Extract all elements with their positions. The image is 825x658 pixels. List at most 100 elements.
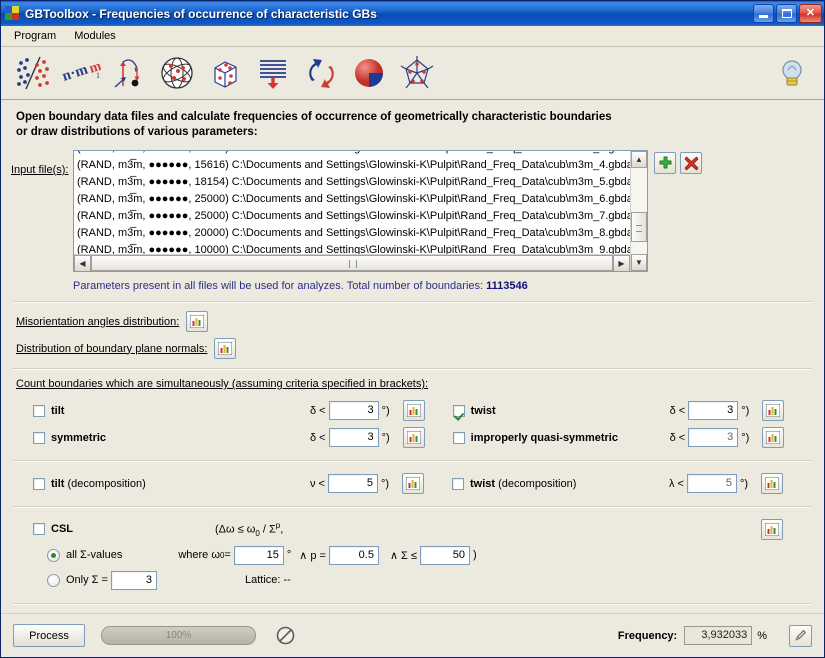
condition-tilt-symbol: δ bbox=[310, 404, 317, 417]
radio-only-sigma[interactable] bbox=[47, 573, 60, 587]
chart-button-tilt[interactable] bbox=[402, 400, 425, 421]
plane-normals-distribution-label: Distribution of boundary plane normals: bbox=[16, 342, 208, 355]
menu-item-modules[interactable]: Modules bbox=[65, 28, 125, 44]
scroll-left-button[interactable]: ◀ bbox=[74, 255, 91, 271]
add-files-button[interactable] bbox=[654, 152, 676, 174]
window-controls: ✕ bbox=[753, 4, 822, 23]
toolbar-button-plane-normals[interactable] bbox=[153, 50, 201, 96]
chart-icon bbox=[218, 342, 233, 355]
checkbox-symmetric[interactable] bbox=[33, 431, 45, 444]
chart-button-symmetric[interactable] bbox=[402, 427, 425, 448]
checkbox-tilt[interactable] bbox=[33, 404, 45, 417]
checkbox-tilt-decomposition[interactable] bbox=[33, 477, 45, 490]
condition-twist-dec-op: < bbox=[677, 477, 684, 490]
pie-sphere-icon bbox=[355, 59, 383, 87]
toolbar-button-convert[interactable] bbox=[297, 50, 345, 96]
vertical-scrollbar[interactable]: ▲ ▼ bbox=[630, 151, 647, 271]
toolbar-button-scatter-split[interactable] bbox=[9, 50, 57, 96]
label-symmetric: symmetric bbox=[51, 431, 107, 444]
checkbox-twist[interactable] bbox=[452, 404, 465, 417]
toolbar-button-boundary-parameters[interactable] bbox=[105, 50, 153, 96]
file-action-buttons bbox=[654, 152, 702, 174]
label-twist-decomposition-suffix: (decomposition) bbox=[495, 477, 577, 490]
maximize-button[interactable] bbox=[776, 4, 797, 23]
process-button[interactable]: Process bbox=[13, 624, 85, 647]
criteria-row-symmetric: symmetric δ < 3 ° ) improperly quasi-sym… bbox=[33, 424, 814, 451]
lattice-label: Lattice: bbox=[244, 574, 281, 586]
chart-button-twist-decomposition[interactable] bbox=[761, 473, 784, 494]
toolbar-button-grain-network[interactable] bbox=[393, 50, 441, 96]
condition-symmetric: δ < 3 ° ) bbox=[308, 428, 390, 447]
remove-files-button[interactable] bbox=[680, 152, 702, 174]
checkbox-twist-decomposition[interactable] bbox=[452, 477, 465, 490]
close-icon: ✕ bbox=[805, 7, 816, 19]
horizontal-scrollbar[interactable]: ◀ ▶ bbox=[74, 254, 630, 271]
stop-button[interactable] bbox=[274, 625, 296, 647]
menu-item-program[interactable]: Program bbox=[5, 28, 65, 44]
input-improperly-quasi-symmetric-delta[interactable]: 3 bbox=[688, 428, 739, 447]
frequency-group: Frequency: 3,932033 % bbox=[618, 626, 767, 645]
label-tilt-decomposition: tilt (decomposition) bbox=[51, 478, 146, 490]
list-item[interactable]: (RAND, m3̅m, ●●●●●●, 10000) C:\Documents… bbox=[74, 242, 630, 254]
close-button[interactable]: ✕ bbox=[799, 4, 822, 23]
toolbar-button-misorientation[interactable]: n·m m 1 bbox=[57, 50, 105, 96]
input-only-sigma-value[interactable]: 3 bbox=[110, 570, 157, 590]
horizontal-scroll-track[interactable] bbox=[91, 255, 613, 271]
chart-button-csl[interactable] bbox=[761, 519, 783, 540]
edit-button[interactable] bbox=[789, 624, 812, 647]
condition-iqs-op: < bbox=[678, 431, 686, 444]
label-tilt: tilt bbox=[51, 404, 65, 417]
csl-degree: ° bbox=[286, 549, 292, 561]
description-line-1: Open boundary data files and calculate f… bbox=[16, 111, 612, 123]
chart-icon bbox=[766, 431, 781, 444]
input-sigma-max[interactable]: 50 bbox=[419, 545, 470, 565]
list-item[interactable]: (RAND, m3̅m, ●●●●●●, 15616) C:\Documents… bbox=[74, 157, 630, 174]
toolbar-button-cubic-lattice[interactable] bbox=[201, 50, 249, 96]
description-line-2: or draw distributions of various paramet… bbox=[16, 126, 258, 138]
input-p-value[interactable]: 0.5 bbox=[328, 545, 379, 565]
window-title: GBToolbox - Frequencies of occurrence of… bbox=[25, 6, 377, 21]
input-tilt-delta[interactable]: 3 bbox=[328, 401, 379, 420]
scroll-up-button[interactable]: ▲ bbox=[631, 151, 647, 168]
input-twist-delta[interactable]: 3 bbox=[688, 401, 739, 420]
list-item[interactable]: (RAND, m3̅m, ●●●●●●, 18154) C:\Documents… bbox=[74, 174, 630, 191]
input-omega0[interactable]: 15 bbox=[233, 545, 284, 565]
chart-button-improperly-quasi-symmetric[interactable] bbox=[762, 427, 785, 448]
list-item[interactable]: (RAND, m3̅m, ●●●●●●, 20000) C:\Documents… bbox=[74, 225, 630, 242]
csl-formula-mid: / Σ bbox=[259, 523, 276, 536]
misorientation-distribution-chart-button[interactable] bbox=[186, 311, 209, 332]
lattice-value: -- bbox=[283, 574, 291, 586]
list-item[interactable]: (RAND, m3̅m, ●●●●●●, 25000) C:\Documents… bbox=[74, 208, 630, 225]
status-text: Parameters present in all files will be … bbox=[73, 280, 487, 292]
checkbox-csl[interactable] bbox=[33, 523, 45, 535]
input-symmetric-delta[interactable]: 3 bbox=[328, 428, 379, 447]
csl-where-prefix: where ω bbox=[178, 549, 220, 561]
checkbox-improperly-quasi-symmetric[interactable] bbox=[452, 431, 465, 444]
minimize-button[interactable] bbox=[753, 4, 774, 23]
vertical-scroll-thumb[interactable] bbox=[631, 212, 647, 242]
toolbar-button-frequencies[interactable] bbox=[345, 50, 393, 96]
input-tilt-decomposition-nu[interactable]: 5 bbox=[327, 474, 378, 493]
csl-section: CSL (Δω ≤ ω0 / Σp, all Σ-values where ω0… bbox=[33, 516, 814, 592]
chart-button-tilt-decomposition[interactable] bbox=[402, 473, 425, 494]
divider bbox=[13, 301, 812, 303]
vertical-scroll-track[interactable] bbox=[631, 168, 647, 254]
input-twist-decomposition-lambda[interactable]: 5 bbox=[686, 474, 737, 493]
label-twist-decomposition: twist (decomposition) bbox=[470, 478, 576, 490]
sphere-orbits-icon bbox=[161, 57, 193, 89]
bottom-bar: Process 100% Frequency: 3,932033 % bbox=[1, 613, 824, 657]
chart-button-twist[interactable] bbox=[762, 400, 785, 421]
plane-normals-distribution-chart-button[interactable] bbox=[214, 338, 237, 359]
toolbar-button-hint[interactable] bbox=[768, 50, 816, 96]
label-twist: twist bbox=[470, 404, 496, 417]
frequency-label: Frequency: bbox=[617, 629, 678, 642]
input-files-listbox[interactable]: (RAND, m3̅m, ●●●●●●, 30000) C:\Documents… bbox=[73, 150, 648, 272]
csl-close-paren: ) bbox=[472, 549, 477, 561]
radio-all-sigma-values[interactable] bbox=[47, 548, 60, 562]
scroll-down-button[interactable]: ▼ bbox=[631, 254, 647, 271]
condition-symmetric-paren: ) bbox=[385, 431, 390, 444]
list-item[interactable]: (RAND, m3̅m, ●●●●●●, 25000) C:\Documents… bbox=[74, 191, 630, 208]
toolbar-button-stereology[interactable] bbox=[249, 50, 297, 96]
condition-tilt: δ < 3 ° ) bbox=[308, 401, 390, 420]
scroll-right-button[interactable]: ▶ bbox=[613, 255, 630, 271]
